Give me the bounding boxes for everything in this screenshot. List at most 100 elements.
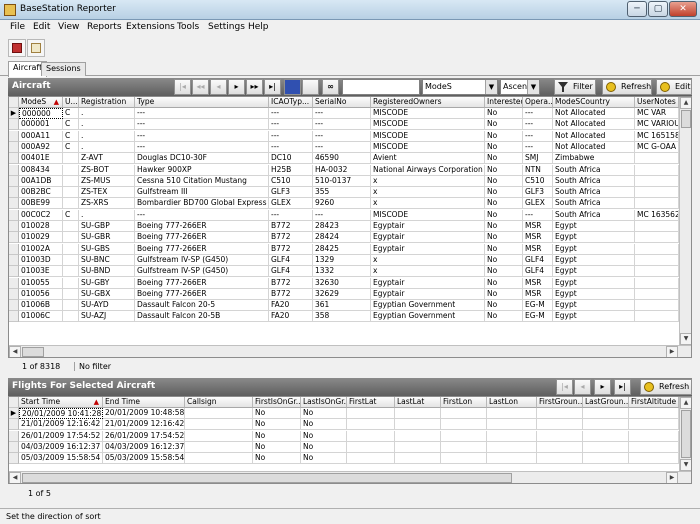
- aircraft-cell[interactable]: ---: [135, 209, 269, 221]
- aircraft-cell[interactable]: x: [371, 175, 485, 187]
- flights-cell[interactable]: 04/03/2009 16:12:37: [19, 441, 103, 453]
- flights-col-header[interactable]: FirstLon: [441, 397, 487, 408]
- flights-col-header[interactable]: FirstLat: [347, 397, 395, 408]
- aircraft-cell[interactable]: C: [63, 108, 79, 119]
- flights-cell[interactable]: [487, 453, 537, 465]
- flights-cell[interactable]: No: [253, 408, 301, 419]
- aircraft-cell[interactable]: MISCODE: [371, 130, 485, 142]
- aircraft-cell[interactable]: [635, 232, 679, 244]
- aircraft-cell[interactable]: 9260: [313, 198, 371, 210]
- aircraft-cell[interactable]: x: [371, 198, 485, 210]
- save-button[interactable]: [284, 79, 301, 95]
- flights-cell[interactable]: [583, 453, 629, 465]
- aircraft-cell[interactable]: 32629: [313, 288, 371, 300]
- aircraft-row-header[interactable]: [9, 153, 19, 165]
- flights-cell[interactable]: 05/03/2009 15:58:54: [103, 453, 185, 465]
- aircraft-cell[interactable]: No: [485, 153, 523, 165]
- aircraft-cell[interactable]: [635, 300, 679, 312]
- flights-cell[interactable]: [537, 408, 583, 419]
- scroll-right-arrow[interactable]: ▶: [666, 346, 678, 357]
- flights-cell[interactable]: 20/01/2009 10:48:58: [103, 408, 185, 419]
- flights-cell[interactable]: No: [301, 441, 347, 453]
- flights-cell[interactable]: [487, 441, 537, 453]
- aircraft-cell[interactable]: MC VAR: [635, 108, 679, 119]
- flights-cell[interactable]: [347, 419, 395, 431]
- aircraft-cell[interactable]: Egyptair: [371, 277, 485, 289]
- aircraft-cell[interactable]: SU-GBS: [79, 243, 135, 255]
- aircraft-row-header[interactable]: [9, 254, 19, 266]
- aircraft-cell[interactable]: 355: [313, 187, 371, 199]
- aircraft-cell[interactable]: No: [485, 119, 523, 131]
- map-button[interactable]: [27, 39, 45, 57]
- aircraft-cell[interactable]: ---: [135, 119, 269, 131]
- flights-col-header[interactable]: Start Time ▲: [19, 397, 103, 408]
- last-record-button[interactable]: ▸|: [264, 79, 281, 95]
- aircraft-cell[interactable]: Boeing 777-266ER: [135, 288, 269, 300]
- field-select[interactable]: ModeS ▼: [422, 79, 498, 95]
- aircraft-cell[interactable]: SU-AYD: [79, 300, 135, 312]
- aircraft-cell[interactable]: South Africa: [553, 187, 635, 199]
- aircraft-cell[interactable]: 010028: [19, 221, 63, 232]
- aircraft-cell[interactable]: Egypt: [553, 288, 635, 300]
- aircraft-cell[interactable]: ZS-MUS: [79, 175, 135, 187]
- menu-file[interactable]: File: [10, 22, 25, 32]
- flights-cell[interactable]: 21/01/2009 12:16:42: [19, 419, 103, 431]
- menu-help[interactable]: Help: [248, 22, 269, 32]
- aircraft-cell[interactable]: Egypt: [553, 311, 635, 323]
- aircraft-cell[interactable]: 510-0137: [313, 175, 371, 187]
- aircraft-cell[interactable]: Bombardier BD700 Global Express: [135, 198, 269, 210]
- aircraft-grid[interactable]: ▲ ▼ ◀ ▶ ModeS ▲ U... Registration Type ICAOT…: [8, 96, 692, 358]
- aircraft-cell[interactable]: MSR: [523, 288, 553, 300]
- aircraft-cell[interactable]: B772: [269, 232, 313, 244]
- aircraft-col-header[interactable]: SerialNo: [313, 97, 371, 108]
- aircraft-cell[interactable]: South Africa: [553, 198, 635, 210]
- flights-cell[interactable]: [185, 430, 253, 442]
- search-input[interactable]: [342, 79, 420, 95]
- aircraft-cell[interactable]: 28425: [313, 243, 371, 255]
- aircraft-cell[interactable]: Dassault Falcon 20-5B: [135, 311, 269, 323]
- aircraft-cell[interactable]: No: [485, 277, 523, 289]
- menu-reports[interactable]: Reports: [87, 22, 122, 32]
- aircraft-cell[interactable]: Egyptian Government: [371, 311, 485, 323]
- flights-vertical-scrollbar[interactable]: ▲ ▼: [679, 397, 691, 471]
- aircraft-cell[interactable]: C: [63, 119, 79, 131]
- aircraft-cell[interactable]: 00B2BC: [19, 187, 63, 199]
- maximize-button[interactable]: ▢: [648, 1, 668, 17]
- aircraft-cell[interactable]: Douglas DC10-30F: [135, 153, 269, 165]
- flights-col-header[interactable]: LastLat: [395, 397, 441, 408]
- flights-cell[interactable]: [487, 408, 537, 419]
- aircraft-cell[interactable]: HA-0032: [313, 164, 371, 176]
- flights-row-header[interactable]: ▶: [9, 408, 19, 419]
- flights-cell[interactable]: [583, 419, 629, 431]
- flights-col-header[interactable]: Callsign: [185, 397, 253, 408]
- aircraft-cell[interactable]: ---: [269, 209, 313, 221]
- aircraft-cell[interactable]: 000000: [19, 108, 63, 119]
- aircraft-cell[interactable]: ---: [523, 209, 553, 221]
- flights-cell[interactable]: [347, 453, 395, 465]
- aircraft-cell[interactable]: No: [485, 198, 523, 210]
- flights-cell[interactable]: [583, 441, 629, 453]
- scroll-up-arrow[interactable]: ▲: [680, 397, 691, 409]
- flights-cell[interactable]: [537, 419, 583, 431]
- flights-cell[interactable]: 04/03/2009 16:12:37: [103, 441, 185, 453]
- flights-col-header[interactable]: End Time: [103, 397, 185, 408]
- aircraft-cell[interactable]: [63, 266, 79, 278]
- aircraft-cell[interactable]: No: [485, 232, 523, 244]
- aircraft-cell[interactable]: [635, 311, 679, 323]
- aircraft-cell[interactable]: x: [371, 266, 485, 278]
- flights-horizontal-scrollbar[interactable]: ◀ ▶: [9, 471, 691, 483]
- aircraft-cell[interactable]: Avient: [371, 153, 485, 165]
- aircraft-cell[interactable]: Zimbabwe: [553, 153, 635, 165]
- aircraft-cell[interactable]: ---: [313, 119, 371, 131]
- aircraft-cell[interactable]: Egypt: [553, 266, 635, 278]
- flights-cell[interactable]: No: [253, 430, 301, 442]
- aircraft-row-header[interactable]: [9, 221, 19, 232]
- aircraft-cell[interactable]: ZS-BOT: [79, 164, 135, 176]
- aircraft-cell[interactable]: GLF4: [523, 266, 553, 278]
- aircraft-cell[interactable]: FA20: [269, 300, 313, 312]
- aircraft-cell[interactable]: No: [485, 130, 523, 142]
- aircraft-cell[interactable]: .: [79, 130, 135, 142]
- aircraft-cell[interactable]: 000001: [19, 119, 63, 131]
- aircraft-row-header[interactable]: [9, 243, 19, 255]
- aircraft-cell[interactable]: [635, 153, 679, 165]
